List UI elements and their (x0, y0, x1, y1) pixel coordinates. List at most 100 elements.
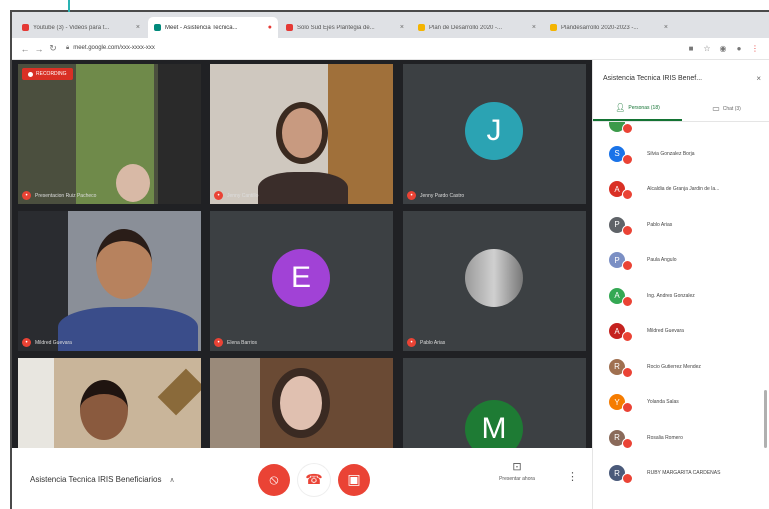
camera-toggle-button[interactable]: ▣ (338, 463, 370, 496)
participant-row[interactable]: R RUBY MARGARITA CARDENAS (593, 456, 769, 492)
mic-off-icon: • (407, 338, 416, 347)
participant-face (96, 229, 152, 299)
more-options-icon[interactable]: ⋮ (567, 470, 578, 483)
browser-tab[interactable]: Solo Sud Ejes Plantegia de... × (280, 17, 410, 38)
participant-row[interactable]: A Alcaldia de Granja Jardin de la... (593, 172, 769, 208)
video-tile[interactable]: J • Jenny Pardo Castro (403, 64, 586, 204)
tile-name: • Jenny Pardo Castro (407, 191, 464, 200)
mic-off-icon (622, 224, 633, 236)
mic-off-icon: • (22, 191, 31, 200)
tile-name: • Jenny Cantillo (214, 191, 258, 200)
favicon-icon (286, 24, 293, 31)
background-frame (157, 368, 201, 416)
favicon-icon (550, 24, 557, 31)
menu-icon[interactable]: ⋮ (747, 44, 763, 53)
favicon-icon (22, 24, 29, 31)
mic-off-icon: • (22, 338, 31, 347)
mic-off-icon: • (214, 191, 223, 200)
video-tile[interactable]: RECORDING • Presentacion Ruiz Pacheco (18, 64, 201, 204)
mic-off-icon (622, 123, 633, 134)
mic-off-icon: • (214, 338, 223, 347)
participant-face (272, 368, 330, 438)
close-icon[interactable]: × (664, 24, 668, 31)
close-icon[interactable]: × (756, 74, 761, 83)
avatar: Y (609, 394, 633, 414)
tab-people[interactable]: 👤︎ Personas (18) (593, 96, 682, 121)
people-icon: 👤︎ (615, 103, 626, 112)
avatar-photo (465, 249, 523, 307)
browser-tab[interactable]: Youtube (3) - Videos para t... × (16, 17, 146, 38)
url-field[interactable]: 🔒︎ meet.google.com/xxx-xxxx-xxx (66, 45, 683, 52)
participant-row[interactable]: P Paula Angulo (593, 243, 769, 279)
participant-list: S Silvia Gonzalez Borja A Alcaldia de Gran… (593, 122, 769, 491)
participant-row[interactable]: P Pablo Arias (593, 207, 769, 243)
lock-icon: 🔒︎ (66, 45, 70, 51)
close-icon[interactable]: × (136, 24, 140, 31)
forward-icon[interactable]: → (32, 44, 46, 54)
video-tile[interactable]: E • Elena Barrios (210, 211, 393, 351)
mic-off-icon (622, 260, 633, 272)
avatar: P (609, 216, 633, 236)
close-icon[interactable]: × (400, 24, 404, 31)
avatar: R (609, 429, 633, 449)
avatar: A (609, 287, 633, 307)
mic-off-icon (622, 402, 633, 414)
call-controls-bar: Asistencia Tecnica IRIS Beneficiarios ∧ ⦸… (12, 448, 592, 509)
panel-scrollbar[interactable] (764, 390, 767, 448)
mic-off-icon (622, 153, 633, 165)
back-icon[interactable]: ← (18, 44, 32, 54)
participant-row[interactable]: A Mildred Guevara (593, 314, 769, 350)
star-icon[interactable]: ☆ (699, 44, 715, 53)
browser-tab-active[interactable]: Meet - Asistencia Tecnica... ● (148, 17, 278, 38)
avatar: A (609, 323, 633, 343)
extension-icon[interactable]: ◉ (715, 44, 731, 53)
tab-chat[interactable]: ▭ Chat (3) (682, 96, 769, 121)
video-tile[interactable]: M (403, 358, 586, 448)
participant-row[interactable]: R Rosalia Romero (593, 420, 769, 456)
video-tile[interactable]: • Pablo Arias (403, 211, 586, 351)
video-grid: RECORDING • Presentacion Ruiz Pacheco • Je… (12, 60, 592, 448)
participant-row[interactable]: S Silvia Gonzalez Borja (593, 136, 769, 172)
background-wall (210, 358, 260, 448)
participant-row[interactable]: A Ing. Andres Gonzalez (593, 278, 769, 314)
browser-tab[interactable]: Plandesarrollo 2020-2023 -... × (544, 17, 674, 38)
mic-off-icon (622, 437, 633, 449)
participant-body (258, 172, 348, 204)
tab-strip: Youtube (3) - Videos para t... × Meet - A… (12, 12, 769, 38)
leave-call-button[interactable]: ☎︎ (298, 463, 330, 496)
close-icon[interactable]: × (532, 24, 536, 31)
avatar: E (272, 249, 330, 307)
profile-icon[interactable]: ● (731, 44, 747, 53)
present-screen-icon: ⊡ (512, 461, 522, 473)
mic-off-icon (622, 366, 633, 378)
tile-name: • Elena Barrios (214, 338, 257, 347)
panel-tabs: 👤︎ Personas (18) ▭ Chat (3) (593, 96, 769, 122)
address-bar: ← → ↻ 🔒︎ meet.google.com/xxx-xxxx-xxx ■ ☆… (12, 38, 769, 60)
meeting-details-button[interactable]: Asistencia Tecnica IRIS Beneficiarios ∧ (30, 475, 240, 484)
tile-name: • Mildred Guevara (22, 338, 72, 347)
mic-off-icon (622, 295, 633, 307)
participant-row[interactable]: Y Yolanda Salas (593, 385, 769, 421)
participant-row[interactable] (593, 122, 769, 136)
background-window (18, 358, 54, 448)
close-icon[interactable]: ● (268, 24, 272, 31)
avatar: P (609, 252, 633, 272)
panel-title: Asistencia Tecnica IRIS Benef... × (603, 73, 761, 83)
mic-off-icon (622, 331, 633, 343)
video-tile[interactable] (210, 358, 393, 448)
browser-tab[interactable]: Plan de Desarrollo 2020 -... × (412, 17, 542, 38)
camera-off-icon: ▣ (347, 471, 361, 487)
video-tile[interactable]: • Jenny Cantillo (210, 64, 393, 204)
video-tile[interactable] (18, 358, 201, 448)
reload-icon[interactable]: ↻ (46, 43, 60, 54)
background-wall (158, 64, 201, 204)
mic-toggle-button[interactable]: ⦸ (258, 463, 290, 496)
mic-off-icon (622, 189, 633, 201)
camera-icon[interactable]: ■ (683, 44, 699, 53)
present-now-button[interactable]: ⊡ Presentar ahora (482, 460, 552, 482)
video-tile[interactable]: • Mildred Guevara (18, 211, 201, 351)
avatar: A (609, 181, 633, 201)
participant-row[interactable]: R Rocio Gutierrez Mendez (593, 349, 769, 385)
mic-off-icon: • (407, 191, 416, 200)
tile-name: • Pablo Arias (407, 338, 445, 347)
